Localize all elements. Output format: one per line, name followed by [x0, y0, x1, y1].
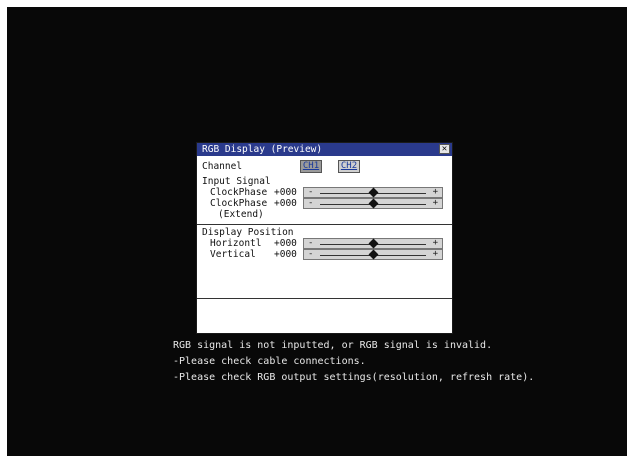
clockphase-label: ClockPhase — [210, 187, 268, 198]
error-message-line1: RGB signal is not inputted, or RGB signa… — [173, 340, 493, 351]
channel-label: Channel — [202, 161, 243, 172]
dialog-title: RGB Display (Preview) — [202, 144, 323, 155]
slider-knob[interactable] — [368, 187, 379, 198]
slider-knob[interactable] — [368, 238, 379, 249]
rgb-display-dialog: RGB Display (Preview) ✕ Channel CH1 CH2 … — [196, 142, 453, 334]
clockphase-slider[interactable]: - + — [303, 187, 443, 198]
display-position-heading: Display Position — [202, 227, 294, 238]
slider-knob[interactable] — [368, 249, 379, 260]
clockphase-extend-label: ClockPhase — [210, 198, 268, 209]
clockphase-extend-slider[interactable]: - + — [303, 198, 443, 209]
vertical-value: +000 — [274, 249, 297, 260]
decrease-icon[interactable]: - — [308, 198, 313, 209]
close-icon: ✕ — [441, 144, 448, 154]
extend-note: (Extend) — [218, 209, 264, 220]
decrease-icon[interactable]: - — [308, 249, 313, 260]
display-screen: RGB Display (Preview) ✕ Channel CH1 CH2 … — [7, 7, 627, 456]
vertical-slider[interactable]: - + — [303, 249, 443, 260]
increase-icon[interactable]: + — [433, 187, 438, 198]
close-button[interactable]: ✕ — [439, 144, 450, 154]
horizontal-slider[interactable]: - + — [303, 238, 443, 249]
horizontal-label: Horizontl — [210, 238, 262, 249]
ch2-button[interactable]: CH2 — [338, 160, 360, 173]
vertical-label: Vertical — [210, 249, 256, 260]
preview-area-divider — [197, 298, 452, 299]
input-signal-heading: Input Signal — [202, 176, 271, 187]
increase-icon[interactable]: + — [433, 238, 438, 249]
clockphase-extend-value: +000 — [274, 198, 297, 209]
error-message-line3: -Please check RGB output settings(resolu… — [173, 372, 535, 383]
horizontal-value: +000 — [274, 238, 297, 249]
decrease-icon[interactable]: - — [308, 238, 313, 249]
increase-icon[interactable]: + — [433, 249, 438, 260]
section-divider — [197, 224, 452, 225]
ch1-button[interactable]: CH1 — [300, 160, 322, 173]
clockphase-value: +000 — [274, 187, 297, 198]
increase-icon[interactable]: + — [433, 198, 438, 209]
dialog-titlebar: RGB Display (Preview) ✕ — [197, 143, 452, 156]
decrease-icon[interactable]: - — [308, 187, 313, 198]
slider-knob[interactable] — [368, 198, 379, 209]
error-message-line2: -Please check cable connections. — [173, 356, 366, 367]
